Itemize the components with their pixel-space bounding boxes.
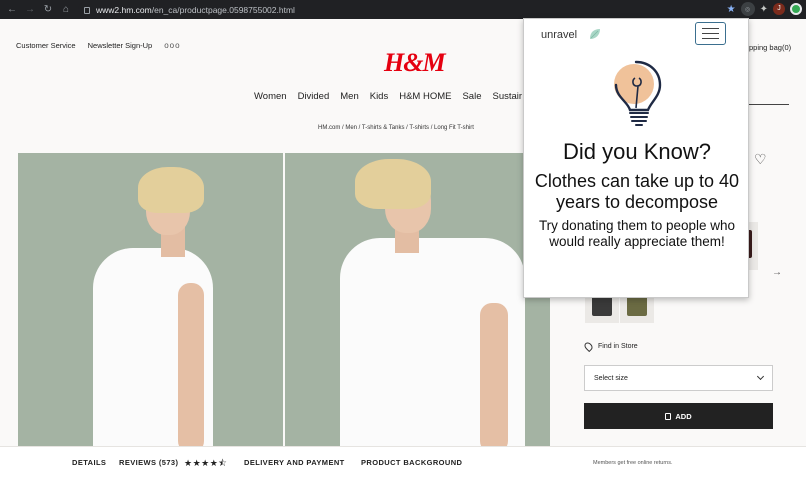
url-path: /en_ca/productpage.0598755002.html: [151, 4, 295, 15]
browser-toolbar: ← → ↻ ⌂ www2.hm.com/en_ca/productpage.05…: [0, 0, 806, 19]
customer-service-link[interactable]: Customer Service: [16, 41, 76, 50]
arm-shape: [178, 283, 204, 446]
home-icon[interactable]: ⌂: [60, 4, 72, 16]
arrow-right-icon[interactable]: →: [772, 267, 782, 278]
nav-sale[interactable]: Sale: [462, 91, 481, 102]
search-underline: [748, 104, 789, 105]
bookmark-star-icon[interactable]: ★: [727, 4, 736, 15]
more-icon[interactable]: ooo: [164, 41, 180, 50]
reload-icon[interactable]: ↻: [42, 4, 54, 16]
hair-shape: [355, 159, 431, 209]
breadcrumb[interactable]: HM.com / Men / T-shirts & Tanks / T-shir…: [318, 125, 474, 131]
shopping-bag-link[interactable]: pping bag(0): [749, 43, 791, 52]
size-select[interactable]: Select size: [584, 365, 773, 391]
unravel-popup: unravel Did you Know? Clothes can take u…: [523, 18, 749, 298]
add-to-bag-button[interactable]: ADD: [584, 403, 773, 429]
tab-details[interactable]: DETAILS: [72, 458, 106, 467]
unravel-brand: unravel: [541, 29, 578, 41]
chevron-down-icon: [756, 372, 765, 381]
tab-delivery[interactable]: DELIVERY AND PAYMENT: [244, 458, 345, 467]
hamburger-menu-button[interactable]: [695, 22, 726, 45]
profile-avatar[interactable]: J: [773, 3, 785, 15]
find-in-store-label: Find in Store: [598, 343, 638, 350]
lightbulb-icon: [614, 60, 662, 126]
lock-icon: [84, 7, 90, 14]
did-you-know-title: Did you Know?: [563, 139, 711, 164]
product-image-side[interactable]: [285, 153, 550, 446]
url-host: www2.hm.com: [96, 4, 152, 15]
bag-icon: [665, 412, 672, 420]
leaf-icon: [590, 29, 600, 39]
find-in-store[interactable]: Find in Store: [582, 340, 638, 353]
back-icon[interactable]: ←: [6, 4, 18, 16]
nav-divided[interactable]: Divided: [298, 91, 330, 102]
main-nav: Women Divided Men Kids H&M HOME Sale Sus…: [254, 91, 522, 102]
tab-product-background[interactable]: PRODUCT BACKGROUND: [361, 458, 462, 467]
tab-reviews[interactable]: REVIEWS (573): [119, 458, 178, 467]
forward-icon[interactable]: →: [24, 4, 36, 16]
sync-icon[interactable]: [790, 3, 802, 15]
hm-logo[interactable]: H&M: [384, 48, 446, 78]
arm-shape: [480, 303, 508, 446]
newsletter-link[interactable]: Newsletter Sign-Up: [88, 41, 153, 50]
product-image-front[interactable]: [18, 153, 283, 446]
hair-shape: [138, 167, 204, 213]
fact-text: Clothes can take up to 40 years to decom…: [534, 171, 740, 212]
address-bar[interactable]: www2.hm.com/en_ca/productpage.0598755002…: [78, 2, 728, 17]
top-links: Customer Service Newsletter Sign-Up ooo: [16, 41, 181, 50]
rating-stars[interactable]: ★★★★⯪: [184, 456, 227, 472]
tip-text: Try donating them to people who would re…: [538, 218, 736, 249]
size-select-label: Select size: [594, 374, 628, 382]
nav-kids[interactable]: Kids: [370, 91, 388, 102]
location-pin-icon: [582, 340, 595, 353]
extension-icon[interactable]: ◎: [740, 2, 755, 16]
nav-women[interactable]: Women: [254, 91, 287, 102]
nav-men[interactable]: Men: [340, 91, 358, 102]
nav-hm-home[interactable]: H&M HOME: [399, 91, 451, 102]
nav-sustainability[interactable]: Sustair: [492, 91, 522, 102]
returns-note: Members get free online returns.: [593, 460, 673, 466]
add-label: ADD: [675, 411, 692, 421]
puzzle-icon[interactable]: ✦: [760, 4, 768, 15]
favorite-heart-icon[interactable]: ♡: [754, 151, 767, 168]
